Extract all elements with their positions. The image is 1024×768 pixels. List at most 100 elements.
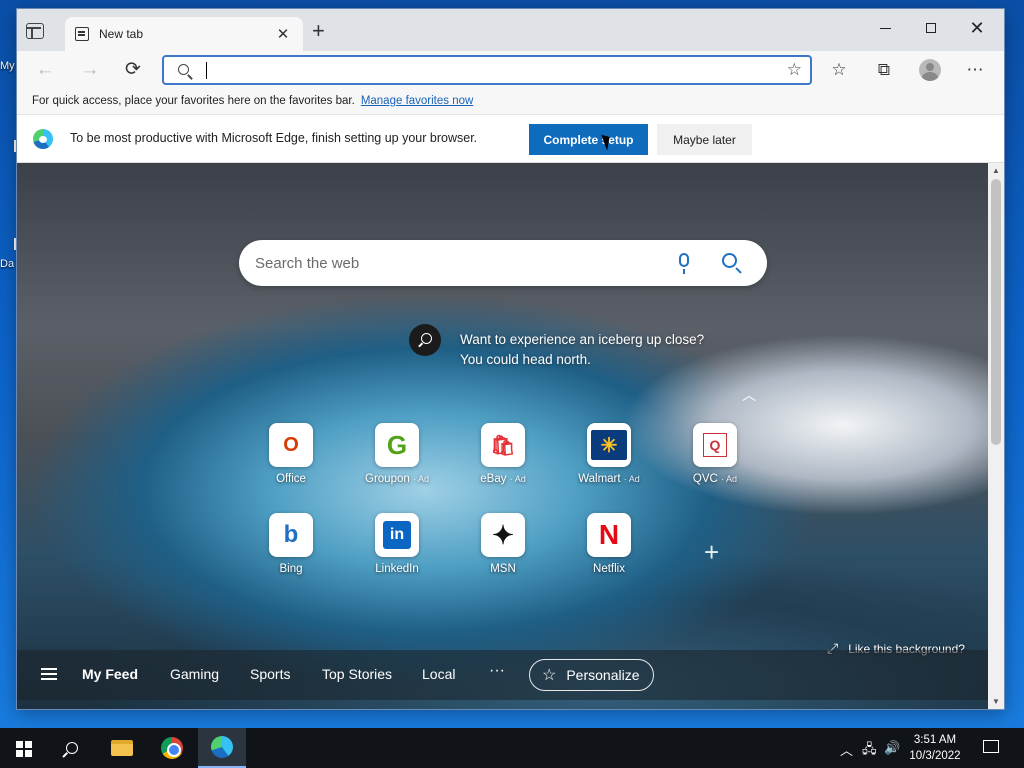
add-favorite-icon[interactable]: ☆	[787, 60, 802, 80]
profile-avatar[interactable]	[919, 59, 941, 81]
refresh-button[interactable]: ⟳	[121, 59, 145, 81]
favorites-icon[interactable]: ☆	[827, 58, 851, 82]
title-bar: New tab ✕ + ✕	[17, 9, 1004, 51]
feed-tab-my-feed[interactable]: My Feed	[82, 666, 138, 682]
tile-glyph: O	[283, 433, 299, 456]
taskbar-edge[interactable]	[198, 728, 246, 768]
feed-more-button[interactable]: ···	[489, 662, 505, 680]
maybe-later-button[interactable]: Maybe later	[657, 124, 752, 155]
web-search-box[interactable]	[239, 240, 767, 286]
navigation-toolbar: ← → ⟳ ☆ ☆ ⧉ ⋯	[17, 51, 1004, 89]
visual-search-icon[interactable]	[409, 324, 441, 356]
taskbar-search-button[interactable]	[48, 728, 96, 768]
qvc-icon: Q	[693, 423, 737, 467]
forward-button[interactable]: →	[78, 59, 102, 81]
clock-date: 10/3/2022	[909, 750, 961, 762]
taskbar-chrome[interactable]	[148, 728, 196, 768]
personalize-label: Personalize	[566, 667, 640, 683]
groupon-icon: G	[375, 423, 419, 467]
background-promo[interactable]: Want to experience an iceberg up close? …	[460, 330, 704, 370]
collapse-chevron-icon[interactable]: ︿	[742, 385, 756, 405]
feed-tab-gaming[interactable]: Gaming	[170, 666, 219, 682]
close-tab-icon[interactable]: ✕	[273, 25, 293, 43]
minimize-icon	[879, 27, 891, 29]
quick-link-bing[interactable]: b Bing	[256, 513, 326, 575]
promo-line-2: You could head north.	[460, 352, 591, 367]
manage-favorites-link[interactable]: Manage favorites now	[361, 95, 474, 107]
search-icon	[66, 742, 78, 754]
feed-tab-local[interactable]: Local	[422, 666, 455, 682]
web-search-input[interactable]	[255, 252, 655, 274]
infobar-message: To be most productive with Microsoft Edg…	[70, 131, 478, 145]
tab-new-tab[interactable]: New tab ✕	[65, 17, 303, 51]
close-window-button[interactable]: ✕	[954, 13, 1000, 43]
feed-tab-top-stories[interactable]: Top Stories	[322, 666, 392, 682]
favorites-bar: For quick access, place your favorites h…	[17, 89, 1004, 115]
personalize-button[interactable]: ☆ Personalize	[529, 659, 654, 691]
edge-icon	[211, 736, 233, 758]
quick-link-qvc[interactable]: Q QVC · Ad	[680, 423, 750, 485]
address-input[interactable]	[204, 61, 764, 79]
page-scrollbar[interactable]: ▲ ▼	[988, 163, 1004, 709]
quick-link-groupon[interactable]: G Groupon · Ad	[362, 423, 432, 485]
tile-glyph: in	[383, 521, 411, 549]
office-icon: O	[269, 423, 313, 467]
tile-label: Office	[276, 473, 306, 485]
quick-link-ebay[interactable]: 🛍 eBay · Ad	[468, 423, 538, 485]
taskbar-file-explorer[interactable]	[98, 728, 146, 768]
windows-start-icon[interactable]	[16, 741, 32, 757]
add-site-icon[interactable]: +	[704, 537, 719, 568]
bing-icon: b	[269, 513, 313, 557]
new-tab-button[interactable]: +	[312, 20, 325, 42]
windows-taskbar: ︿ 🖧 🔊 3:51 AM 10/3/2022	[0, 728, 1024, 768]
menu-icon[interactable]	[41, 668, 57, 670]
ad-badge: · Ad	[509, 474, 526, 484]
volume-icon[interactable]: 🔊	[884, 740, 900, 756]
netflix-icon: N	[587, 513, 631, 557]
quick-link-walmart[interactable]: ✳ Walmart · Ad	[574, 423, 644, 485]
tab-actions-icon[interactable]	[26, 23, 44, 39]
search-icon	[178, 64, 189, 75]
ad-badge: · Ad	[623, 474, 640, 484]
microphone-icon[interactable]	[679, 253, 689, 274]
scrollbar-thumb[interactable]	[991, 179, 1001, 445]
ad-badge: · Ad	[721, 474, 738, 484]
network-icon[interactable]: 🖧	[862, 740, 877, 762]
folder-icon	[111, 740, 133, 756]
favorites-bar-text: For quick access, place your favorites h…	[32, 95, 355, 107]
taskbar-clock[interactable]: 3:51 AM 10/3/2022	[905, 732, 965, 764]
address-bar[interactable]: ☆	[162, 55, 812, 85]
desktop-icon-label[interactable]: Da	[0, 258, 14, 270]
minimize-button[interactable]	[862, 13, 908, 43]
back-button[interactable]: ←	[33, 59, 57, 81]
maximize-icon	[926, 23, 936, 33]
walmart-icon: ✳	[587, 423, 631, 467]
maximize-button[interactable]	[908, 13, 954, 43]
notification-icon[interactable]	[983, 740, 999, 753]
tile-label: Bing	[279, 563, 303, 575]
desktop-icon-label[interactable]: My	[0, 60, 15, 72]
tile-glyph: Q	[703, 433, 727, 457]
quick-link-office[interactable]: O Office	[256, 423, 326, 485]
tile-label: Groupon · Ad	[365, 473, 429, 485]
chrome-icon	[161, 737, 183, 759]
feed-tab-sports[interactable]: Sports	[250, 666, 290, 682]
quick-link-netflix[interactable]: N Netflix	[574, 513, 644, 575]
quick-link-msn[interactable]: ✦ MSN	[468, 513, 538, 575]
ebay-icon: 🛍	[481, 423, 525, 467]
tile-label: LinkedIn	[375, 563, 419, 575]
scroll-up-icon[interactable]: ▲	[992, 166, 1000, 175]
search-icon[interactable]	[722, 253, 737, 268]
edge-logo-icon	[33, 129, 53, 149]
ad-badge: · Ad	[412, 474, 429, 484]
tile-glyph: N	[598, 519, 620, 550]
scroll-down-icon[interactable]: ▼	[992, 697, 1000, 706]
setup-infobar: To be most productive with Microsoft Edg…	[17, 115, 1004, 163]
settings-more-icon[interactable]: ⋯	[963, 58, 987, 82]
tray-overflow-icon[interactable]: ︿	[840, 740, 853, 759]
quick-link-linkedin[interactable]: in LinkedIn	[362, 513, 432, 575]
tile-glyph: b	[283, 521, 299, 548]
complete-setup-button[interactable]: Complete setup	[529, 124, 648, 155]
browser-window: New tab ✕ + ✕ ← → ⟳ ☆ ☆ ⧉ ⋯ For quick ac…	[17, 9, 1004, 709]
collections-icon[interactable]: ⧉	[872, 58, 896, 82]
